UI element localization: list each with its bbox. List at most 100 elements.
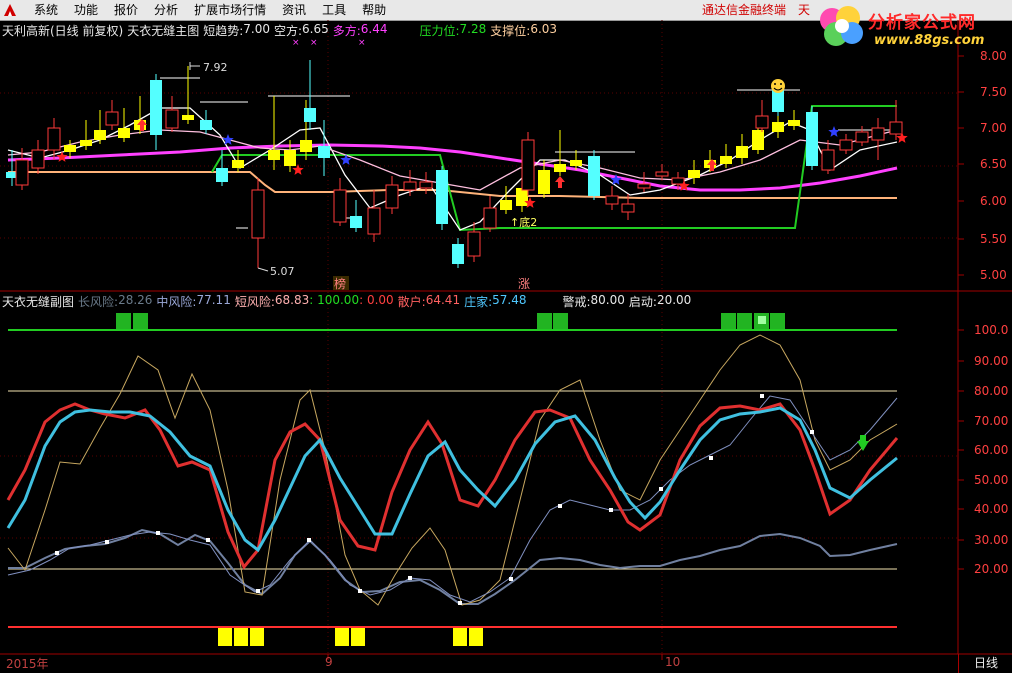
candle-body [350, 216, 362, 228]
x-label-sep: 9 [325, 655, 333, 669]
x-label-oct: 10 [665, 655, 681, 669]
green-arrow-icon [857, 435, 869, 451]
sub-indicator-lines [6, 334, 899, 606]
high-price-label: 7.92 [203, 61, 228, 74]
sub-dot [307, 538, 311, 542]
warn-label: 警戒: [562, 295, 591, 309]
sub-dot [206, 538, 210, 542]
candle-body [720, 156, 732, 164]
candle-body [483, 207, 497, 229]
candle-body [500, 200, 512, 210]
candle-body [367, 207, 381, 235]
green-signal-blocks [116, 313, 785, 329]
candle-body [570, 160, 582, 166]
candle-body [31, 149, 45, 169]
candle-body [655, 171, 669, 177]
candle-body [871, 127, 885, 141]
candle-body [105, 111, 119, 126]
start-value: 20.00 [656, 293, 692, 307]
candle-body [621, 203, 635, 213]
x-label-year: 2015年 [6, 657, 49, 671]
candle-body [150, 80, 162, 135]
short-risk-label: 短风险: [234, 295, 275, 309]
sub-chart-header: 天衣无缝副图 长风险: 28.26 中风险: 77.11 短风险: 68.83 … [2, 293, 695, 309]
candle-body [216, 168, 228, 182]
sub-dot [558, 504, 562, 508]
candle-body [521, 139, 535, 191]
sub-y-tick-70: 70.00 [974, 414, 1008, 428]
candle-body [232, 160, 244, 168]
value-0: : 0.00 [359, 293, 394, 307]
pressure-value: 7.28 [459, 22, 487, 36]
sub-y-tick-100: 100.0 [974, 323, 1008, 337]
candle-body [333, 189, 347, 223]
chart-canvas[interactable]: 8.00 7.50 7.00 6.50 6.00 5.50 5.00 100.0… [0, 0, 1012, 673]
candlesticks [6, 60, 903, 268]
candle-body [554, 164, 566, 172]
bottom-signal-label: ↑底2 [510, 215, 537, 229]
main-chart-header: 天利高新(日线 前复权) 天衣无缝主图 短趋势: 7.00 空方: 6.65 多… [2, 22, 561, 38]
sub-y-tick-60: 60.00 [974, 443, 1008, 457]
candle-body [889, 121, 903, 135]
candle-body [251, 189, 265, 239]
sub-y-tick-90: 90.00 [974, 354, 1008, 368]
candle-body [588, 156, 600, 196]
pressure-label: 压力位: [419, 24, 460, 38]
candle-body [165, 109, 179, 129]
up-tag: 涨 [518, 276, 530, 291]
stock-name: 天利高新(日线 前复权) [2, 24, 124, 38]
clover-logo-icon [820, 6, 863, 46]
candle-body [64, 145, 76, 152]
start-label: 启动: [628, 295, 657, 309]
sub-dot [760, 394, 764, 398]
sub-y-tick-30: 30.00 [974, 533, 1008, 547]
sub-dot [408, 576, 412, 580]
candle-body [736, 146, 748, 158]
candle-body [304, 108, 316, 122]
x-axis: 2015年 9 10 [0, 654, 958, 673]
candle-body [538, 170, 550, 194]
candle-body [605, 195, 619, 205]
candle-body [385, 184, 399, 209]
period-selector[interactable]: 日线 [958, 654, 1012, 673]
main-y-axis: 8.00 7.50 7.00 6.50 6.00 5.50 5.00 [958, 49, 1007, 282]
dealer-value: 57.48 [492, 293, 527, 307]
bear-value: 6.65 [302, 22, 329, 36]
candle-body [47, 127, 61, 151]
main-indicator-name[interactable]: 天衣无缝主图 [127, 22, 199, 38]
main-y-tick-7.00: 7.00 [980, 121, 1007, 135]
candle-body [118, 128, 130, 138]
candle-body [637, 183, 651, 189]
candle-body [318, 146, 330, 158]
sub-dot [105, 540, 109, 544]
sub-dot [358, 589, 362, 593]
support-label: 支撑位: [490, 24, 531, 38]
candle-body [772, 90, 784, 112]
candle-body [80, 140, 92, 146]
cross-marker-icon: × [310, 38, 318, 48]
candle-body [15, 159, 29, 186]
sub-dot [55, 551, 59, 555]
sub-dot [810, 430, 814, 434]
sub-indicator-name[interactable]: 天衣无缝副图 [2, 293, 74, 309]
candle-body [839, 139, 853, 151]
blue-star-icon [828, 126, 840, 137]
candle-body [436, 170, 448, 224]
retail-label: 散户: [397, 295, 426, 309]
main-y-tick-6.00: 6.00 [980, 194, 1007, 208]
sub-dot [659, 487, 663, 491]
main-y-tick-5.00: 5.00 [980, 268, 1007, 282]
sub-y-tick-80: 80.00 [974, 384, 1008, 398]
blue-star-icon [222, 134, 234, 145]
mid-risk-label: 中风险: [156, 295, 197, 309]
sub-dot [156, 531, 160, 535]
bear-label: 空方: [273, 24, 303, 38]
sub-y-tick-50: 50.00 [974, 473, 1008, 487]
sub-y-tick-20: 20.00 [974, 562, 1008, 576]
brand-logo: 分析家公式网 www.88gs.com [812, 0, 1012, 52]
main-annotations: 7.92 5.07 ↑底2 榜 涨 [189, 61, 537, 291]
retail-value: 64.41 [425, 293, 461, 307]
candle-body [688, 170, 700, 178]
bull-label: 多方: [332, 24, 361, 38]
main-y-tick-6.50: 6.50 [980, 157, 1007, 171]
